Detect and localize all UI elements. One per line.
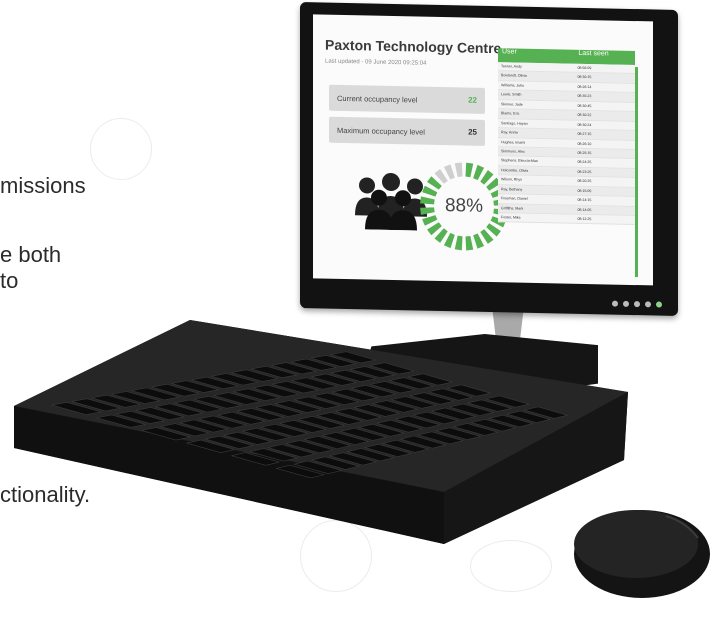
donut-segment [443, 232, 455, 249]
last-seen-cell: 08:14:15 [577, 197, 592, 203]
monitor-button[interactable] [645, 301, 651, 308]
last-seen-cell: 08:30:22 [577, 113, 592, 118]
last-seen-cell: 08:56:09 [577, 65, 592, 71]
donut-segment [473, 233, 485, 249]
current-occupancy-value: 22 [468, 95, 477, 105]
last-seen-cell: 08:30:15 [577, 75, 592, 80]
keyboard[interactable] [14, 320, 628, 544]
last-seen-cell: 08:30:45 [577, 103, 592, 108]
monitor-buttons [612, 300, 662, 308]
monitor: Paxton Technology Centre Last updated - … [300, 2, 678, 316]
last-seen-cell: 08:24:25 [577, 160, 592, 165]
user-name-cell: Freeman, Daniel [501, 196, 528, 201]
maximum-occupancy-box: Maximum occupancy level 25 [329, 116, 485, 146]
power-button[interactable] [656, 301, 662, 308]
current-occupancy-box: Current occupancy level 22 [329, 84, 485, 114]
user-name-cell: Lewis, Smith [501, 92, 522, 97]
user-name-cell: Blamo, Eric [501, 111, 520, 116]
background-text-line-2: e both [0, 242, 62, 267]
last-seen-cell: 08:23:25 [577, 169, 592, 174]
occupancy-dashboard-screen: Paxton Technology Centre Last updated - … [313, 14, 653, 286]
last-seen-cell: 08:26:14 [577, 84, 592, 90]
donut-segment [473, 164, 485, 181]
table-scrollbar[interactable] [635, 67, 638, 278]
background-text-line-3: to [0, 268, 19, 293]
table-row[interactable]: Foster, Mike 08:12:25 [498, 213, 635, 226]
computer-mouse[interactable] [566, 498, 712, 602]
donut-segment [465, 162, 474, 178]
user-name-cell: Skinner, Jade [501, 102, 523, 107]
donut-segment [454, 235, 463, 251]
monitor-button[interactable] [623, 300, 629, 307]
background-sketch-circle [470, 540, 552, 592]
user-name-cell: Santiago, Hayan [501, 120, 528, 126]
donut-segment [465, 235, 474, 251]
last-seen-cell: 08:30:24 [577, 122, 592, 127]
user-name-cell: Wilson, Rhys [501, 177, 522, 182]
user-name-cell: Ray, Bethany [501, 186, 523, 192]
user-table: User Last seen Tanner, Andy 08:56:09 Bowla… [498, 48, 635, 226]
monitor-button[interactable] [612, 300, 618, 307]
occupancy-percent-label: 88% [444, 195, 484, 217]
user-name-cell: Hughes, Imami [501, 139, 526, 145]
user-name-cell: Stephens, Eleccia-Mae [501, 158, 538, 164]
user-name-cell: Foster, Mike [501, 215, 521, 220]
user-name-cell: Simmons, Alex [501, 149, 525, 154]
product-scene: missions e both to ctionality. Paxton Te… [0, 0, 726, 621]
table-header-last-seen: Last seen [578, 49, 609, 58]
table-body: Tanner, Andy 08:56:09 Bowlandt, Olivia 08:3… [498, 62, 635, 226]
last-updated-text: Last updated - 09 June 2020 09:25:04 [325, 58, 427, 67]
maximum-occupancy-value: 25 [468, 127, 477, 137]
user-name-cell: Tanner, Andy [501, 64, 522, 69]
last-seen-cell: 08:27:15 [577, 131, 592, 137]
background-text-line-1: missions [0, 173, 86, 198]
user-name-cell: Holcombe, Olivia [501, 168, 529, 173]
donut-segment [454, 162, 463, 178]
last-seen-cell: 08:25:15 [577, 150, 592, 156]
user-name-cell: Bowlandt, Olivia [501, 73, 527, 79]
monitor-button[interactable] [634, 301, 640, 308]
last-seen-cell: 08:20:25 [577, 179, 592, 184]
page-title: Paxton Technology Centre [325, 36, 502, 57]
user-name-cell: Williams, John [501, 83, 525, 88]
donut-segment [443, 164, 455, 180]
background-sketch-circle [90, 118, 152, 180]
user-name-cell: Griffiths, Mark [501, 205, 524, 211]
last-seen-cell: 08:35:23 [577, 94, 592, 99]
last-seen-cell: 08:12:25 [577, 216, 592, 222]
last-seen-cell: 08:15:05 [577, 188, 592, 193]
user-name-cell: Ray, Annie [501, 130, 519, 135]
last-seen-cell: 08:26:10 [577, 141, 592, 146]
maximum-occupancy-label: Maximum occupancy level [337, 125, 425, 137]
last-seen-cell: 08:14:05 [577, 207, 592, 212]
current-occupancy-label: Current occupancy level [337, 93, 418, 105]
